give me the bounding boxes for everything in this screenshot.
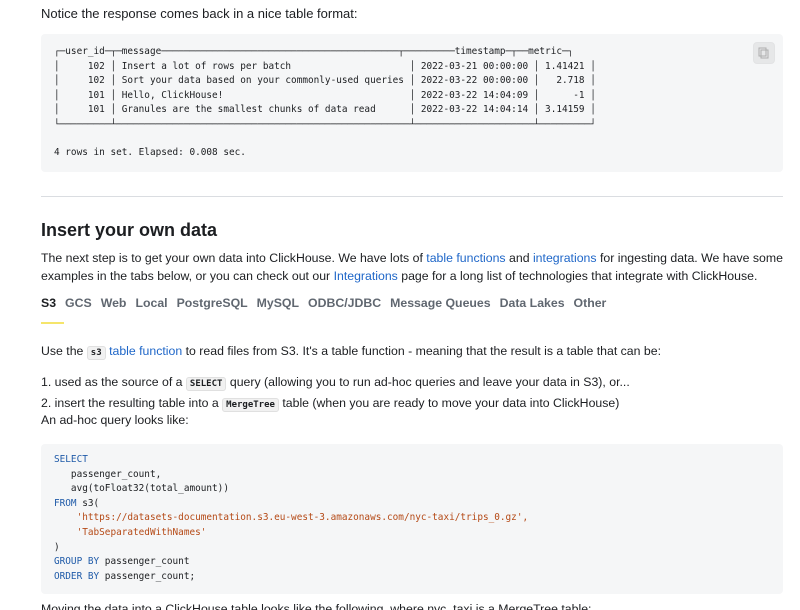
integrations-page-link[interactable]: Integrations [334, 269, 398, 283]
sql-line: s3( [76, 497, 100, 509]
intro-text: Notice the response comes back in a nice… [41, 6, 358, 21]
rows-summary: 4 rows in set. Elapsed: 0.008 sec. [54, 147, 246, 158]
integrations-link[interactable]: integrations [533, 251, 597, 265]
tab-other[interactable]: Other [574, 296, 607, 313]
inline-code-mergetree: MergeTree [222, 398, 279, 412]
sql-code: SELECT passenger_count, avg(toFloat32(to… [54, 453, 528, 584]
sql-line: passenger_count; [99, 570, 196, 582]
sql-code-block: SELECT passenger_count, avg(toFloat32(to… [41, 444, 783, 594]
table-function-link[interactable]: table function [109, 344, 182, 358]
active-tab-indicator [41, 322, 64, 324]
paragraph-text: to read files from S3. It's a table func… [182, 344, 661, 358]
tab-web[interactable]: Web [101, 296, 127, 313]
paragraph-text: The next step is to get your own data in… [41, 251, 427, 265]
section-divider [41, 196, 783, 197]
tab-local[interactable]: Local [135, 296, 167, 313]
intro-paragraph: The next step is to get your own data in… [41, 249, 786, 285]
result-code-block: ┌─user_id─┬─message─────────────────────… [41, 34, 783, 172]
list-text: 2. insert the resulting table into a [41, 396, 223, 410]
use-paragraph: Use the s3 table function to read files … [41, 342, 786, 362]
list-item: 1. used as the source of a SELECT query … [41, 373, 786, 393]
source-tabs: S3 GCS Web Local PostgreSQL MySQL ODBC/J… [41, 296, 606, 313]
tab-mysql[interactable]: MySQL [257, 296, 299, 313]
tab-message-queues[interactable]: Message Queues [390, 296, 490, 313]
sql-string: 'TabSeparatedWithNames' [76, 526, 207, 538]
tab-data-lakes[interactable]: Data Lakes [500, 296, 565, 313]
sql-line: passenger_count [99, 556, 190, 568]
copy-icon [758, 47, 769, 59]
copy-button[interactable] [753, 42, 775, 64]
table-functions-link[interactable]: table functions [426, 251, 505, 265]
inline-code-s3: s3 [86, 346, 106, 360]
inline-code-select: SELECT [185, 377, 227, 391]
sql-keyword: FROM [54, 497, 77, 509]
sql-keyword: SELECT [54, 454, 88, 465]
section-title: Insert your own data [41, 220, 218, 240]
sql-keyword: ORDER BY [54, 570, 100, 582]
list-text: table (when you are ready to move your d… [278, 396, 620, 410]
tab-postgresql[interactable]: PostgreSQL [177, 296, 248, 313]
sql-line: ) [54, 541, 60, 553]
cut-off-paragraph: Moving the data into a ClickHouse table … [41, 602, 786, 610]
tab-odbc-jdbc[interactable]: ODBC/JDBC [308, 296, 381, 313]
sql-line: avg(toFloat32(total_amount)) [54, 483, 229, 495]
tab-gcs[interactable]: GCS [65, 296, 92, 313]
sql-line: passenger_count, [54, 468, 162, 480]
paragraph-text: Use the [41, 344, 87, 358]
paragraph-text: Moving the data into a ClickHouse table … [41, 602, 592, 610]
paragraph-text: page for a long list of technologies tha… [397, 269, 758, 283]
list-text: query (allowing you to run ad-hoc querie… [226, 375, 630, 389]
tab-s3[interactable]: S3 [41, 296, 56, 313]
paragraph-text: and [505, 251, 533, 265]
adhoc-text: An ad-hoc query looks like: [41, 413, 189, 427]
sql-keyword: GROUP BY [54, 556, 100, 568]
list-text: 1. used as the source of a [41, 375, 186, 389]
result-table: ┌─user_id─┬─message─────────────────────… [54, 46, 596, 130]
sql-string: 'https://datasets-documentation.s3.eu-we… [76, 512, 529, 524]
